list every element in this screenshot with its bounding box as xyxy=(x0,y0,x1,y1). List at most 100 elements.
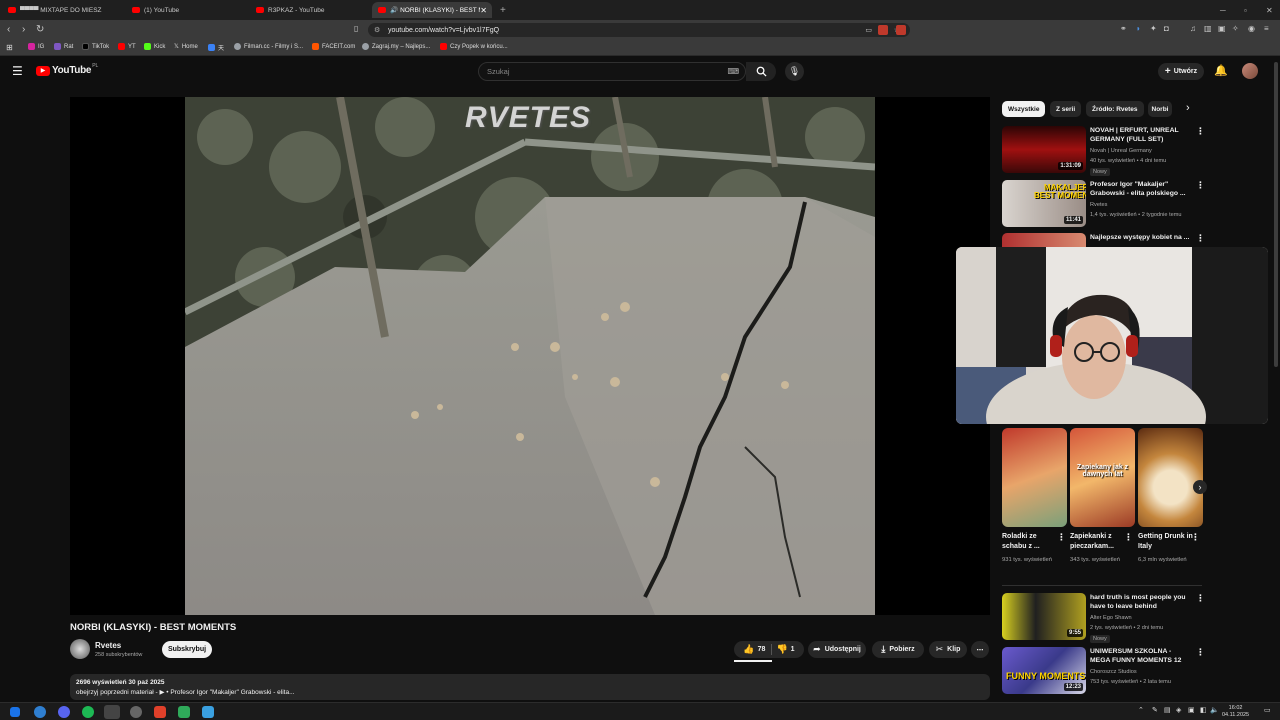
brave-icon[interactable] xyxy=(154,706,166,718)
shorts-next-icon[interactable]: › xyxy=(1193,480,1207,494)
close-tab-icon[interactable]: ✕ xyxy=(480,6,487,15)
site-info-icon[interactable]: ⚙ xyxy=(374,26,380,34)
tray-icon[interactable]: ✎ xyxy=(1152,706,1158,714)
recommendation-item[interactable]: 9:55 hard truth is most people you have … xyxy=(1002,593,1205,643)
minimize-icon[interactable]: ─ xyxy=(1214,2,1228,18)
bookmark-item[interactable]: Zagraj.my – Najleps... xyxy=(362,43,430,50)
app-icon[interactable] xyxy=(202,706,214,718)
spotify-icon[interactable] xyxy=(82,706,94,718)
app-icon[interactable] xyxy=(178,706,190,718)
recommendation-item[interactable]: MAKALJER BEST MOMENTS 11:41 Profesor Igo… xyxy=(1002,180,1205,230)
profile-icon[interactable]: ◉ xyxy=(1248,24,1255,33)
bookmark-item[interactable]: YT xyxy=(118,43,136,50)
description-box[interactable]: 2696 wyświetleń 30 paź 2025 obejrzyj pop… xyxy=(70,674,990,700)
chrome-icon-active[interactable] xyxy=(104,705,120,719)
short-thumbnail[interactable] xyxy=(1002,428,1067,527)
apps-grid-icon[interactable]: ⊞ xyxy=(6,43,13,52)
windows-start-icon[interactable] xyxy=(10,707,20,717)
browser-tab-active[interactable]: 🔊 NORBI (KLASYKI) - BEST MO ✕ xyxy=(372,2,492,18)
extension-shield-icon[interactable] xyxy=(878,25,888,35)
chip-source[interactable]: Źródło: Rvetes xyxy=(1086,101,1144,117)
search-input[interactable]: Szukaj ⌨ xyxy=(478,62,746,81)
bookmark-item[interactable]: Kick xyxy=(144,43,165,50)
keyboard-icon[interactable]: ⌨ xyxy=(727,67,739,76)
search-button[interactable] xyxy=(746,62,776,81)
voice-search-button[interactable]: 🎙 xyxy=(785,62,804,81)
network-icon[interactable]: ◧ xyxy=(1200,706,1207,714)
url-field[interactable]: ⚙ youtube.com/watch?v=Ljvbv1l7FgQ ▭ ⇪ ☆ xyxy=(368,23,910,37)
short-thumbnail[interactable]: Zapiekany jak z dawnych lat xyxy=(1070,428,1135,527)
close-window-icon[interactable]: ✕ xyxy=(1260,2,1274,18)
tray-icon[interactable]: ◈ xyxy=(1176,706,1181,714)
recommendation-item[interactable]: FUNNY MOMENTS 12:23 UNIWERSUM SZKOLNA - … xyxy=(1002,647,1205,697)
channel-avatar[interactable] xyxy=(70,639,90,659)
cast-icon[interactable]: ▭ xyxy=(865,26,872,34)
tab-search-icon[interactable]: ▣ xyxy=(1218,24,1226,33)
system-clock[interactable]: 16:02 04.11.2025 xyxy=(1222,705,1249,719)
bookmark-item[interactable]: 天 xyxy=(208,43,224,52)
chevron-right-icon[interactable]: › xyxy=(1186,102,1190,114)
like-button[interactable]: 👍 78 xyxy=(743,644,773,655)
channel-name[interactable]: Rvetes xyxy=(95,641,121,650)
chip-all[interactable]: Wszystkie xyxy=(1002,101,1046,117)
video-player[interactable]: RVETES xyxy=(70,97,990,615)
more-options-icon[interactable]: ⋮ xyxy=(1191,532,1200,543)
scrollbar[interactable] xyxy=(1274,62,1278,367)
music-icon[interactable]: ♫ xyxy=(1190,24,1196,33)
forward-icon[interactable]: › xyxy=(22,24,25,35)
obs-icon[interactable] xyxy=(130,706,142,718)
bookmark-icon[interactable]: ▯ xyxy=(354,24,358,33)
subscribe-button[interactable]: Subskrybuj xyxy=(162,641,212,658)
browser-tab[interactable]: ▀▀▀▀ MIXTAPE DO MIESZ xyxy=(2,2,122,18)
clip-button[interactable]: ✂ Klip xyxy=(929,641,967,658)
tray-icon[interactable]: ▣ xyxy=(1188,706,1195,714)
bookmark-item[interactable]: Rat xyxy=(54,43,73,50)
more-options-icon[interactable]: ⋮ xyxy=(1124,532,1133,543)
menu-icon[interactable]: ≡ xyxy=(1264,24,1269,33)
bookmark-item[interactable]: Filman.cc - Filmy i S... xyxy=(234,43,303,50)
create-button[interactable]: + Utwórz xyxy=(1158,63,1204,80)
tray-chevron-icon[interactable]: ⌃ xyxy=(1138,706,1144,714)
more-options-icon[interactable]: ⋮ xyxy=(1196,593,1205,604)
tray-icon[interactable]: ▤ xyxy=(1164,706,1171,714)
back-icon[interactable]: ‹ xyxy=(7,24,10,35)
bookmark-item[interactable]: IG xyxy=(28,43,44,50)
dislike-button[interactable]: 👎 1 xyxy=(776,644,794,655)
extension-alert-icon[interactable] xyxy=(896,25,906,35)
bookmark-item[interactable]: Czy Popek w końcu... xyxy=(440,43,508,50)
new-tab-button[interactable]: + xyxy=(494,2,510,18)
short-thumbnail[interactable] xyxy=(1138,428,1203,527)
notification-icon[interactable]: ▭ xyxy=(1264,706,1271,714)
recommendation-item[interactable]: Najlepsze występy kobiet na ... ⋮ xyxy=(1002,233,1202,247)
more-options-icon[interactable]: ⋮ xyxy=(1196,126,1205,137)
avatar[interactable] xyxy=(1242,63,1258,79)
download-button[interactable]: ⤓ Pobierz xyxy=(872,641,924,658)
more-actions-button[interactable]: ⋯ xyxy=(971,641,989,658)
sidebar-icon[interactable]: ▥ xyxy=(1204,24,1212,33)
hamburger-menu-icon[interactable]: ☰ xyxy=(12,64,23,78)
notifications-bell-icon[interactable]: 🔔 xyxy=(1214,64,1228,77)
volume-icon[interactable]: 🔈 xyxy=(1210,706,1219,714)
app-icon[interactable] xyxy=(34,706,46,718)
share-button[interactable]: ➦ Udostępnij xyxy=(808,641,866,658)
maximize-icon[interactable]: ▫ xyxy=(1238,2,1252,18)
discord-icon[interactable] xyxy=(58,706,70,718)
extension-icon[interactable]: ⚭ xyxy=(1120,24,1127,33)
extension-icon[interactable]: ◗ xyxy=(1136,24,1141,33)
browser-tab[interactable]: R3PKAZ - YouTube xyxy=(250,2,374,18)
bookmark-item[interactable]: 𝕏 Home xyxy=(174,43,198,51)
more-options-icon[interactable]: ⋮ xyxy=(1196,180,1205,191)
chip-norbi[interactable]: Norbi xyxy=(1148,101,1172,117)
video-frame[interactable]: RVETES xyxy=(185,97,875,615)
chip-series[interactable]: Z serii xyxy=(1050,101,1082,117)
youtube-logo[interactable]: ▶ YouTube PL xyxy=(36,63,98,76)
extension-icon[interactable]: ✦ xyxy=(1150,24,1157,33)
more-options-icon[interactable]: ⋮ xyxy=(1196,233,1202,244)
more-options-icon[interactable]: ⋮ xyxy=(1196,647,1205,658)
bookmark-item[interactable]: FACEIT.com xyxy=(312,43,355,50)
browser-tab[interactable]: (1) YouTube xyxy=(126,2,250,18)
extension-icon[interactable]: ◘ xyxy=(1164,24,1169,33)
recommendation-item[interactable]: 1:31:09 NOVAH | ERFURT, UNREAL GERMANY (… xyxy=(1002,126,1205,176)
extensions-puzzle-icon[interactable]: ✧ xyxy=(1232,24,1239,33)
more-options-icon[interactable]: ⋮ xyxy=(1057,532,1066,543)
